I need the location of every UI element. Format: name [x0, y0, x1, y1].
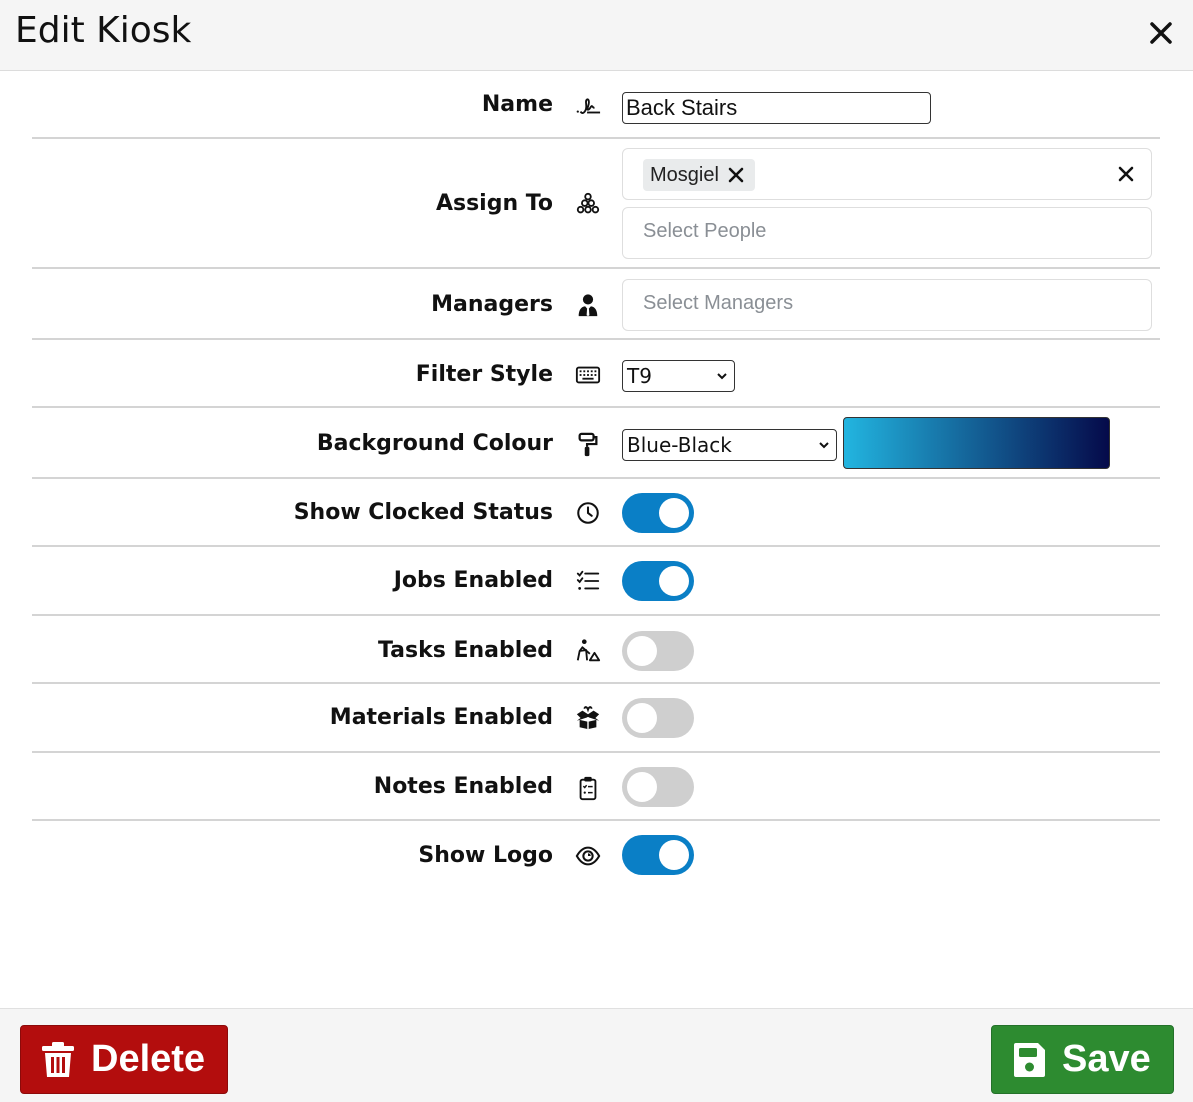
label-materials-enabled: Materials Enabled: [329, 705, 553, 730]
clear-all-icon[interactable]: [1117, 165, 1135, 183]
select-managers-placeholder: Select Managers: [643, 292, 794, 314]
chevron-down-icon: [819, 442, 829, 449]
show-clocked-status-toggle[interactable]: [622, 493, 694, 533]
assign-chip-label: Mosgiel: [650, 163, 719, 186]
person-digging-icon: [573, 636, 603, 666]
trash-icon: [42, 1041, 74, 1077]
remove-chip-icon[interactable]: [727, 166, 745, 184]
jobs-enabled-toggle[interactable]: [622, 561, 694, 601]
toggle-knob: [627, 703, 657, 733]
row-show-clocked-status: Show Clocked Status: [32, 479, 1160, 547]
keyboard-icon: [573, 360, 603, 390]
row-notes-enabled: Notes Enabled: [32, 753, 1160, 821]
close-icon: [1150, 22, 1172, 44]
show-logo-toggle[interactable]: [622, 835, 694, 875]
list-check-icon: [573, 566, 603, 596]
paint-roller-icon: [573, 430, 603, 460]
row-managers: Managers Select Managers: [32, 269, 1160, 340]
toggle-knob: [659, 840, 689, 870]
dialog-title: Edit Kiosk: [15, 10, 192, 51]
dialog-footer: Delete Save: [0, 1008, 1193, 1102]
chevron-down-icon: [717, 373, 727, 380]
label-managers: Managers: [431, 292, 553, 317]
toggle-knob: [627, 636, 657, 666]
row-materials-enabled: Materials Enabled: [32, 684, 1160, 753]
delete-button[interactable]: Delete: [20, 1025, 228, 1094]
eye-icon: [573, 841, 603, 871]
save-button[interactable]: Save: [991, 1025, 1174, 1094]
background-colour-value: Blue-Black: [627, 433, 732, 457]
label-show-clocked-status: Show Clocked Status: [293, 500, 553, 525]
background-colour-preview: [843, 417, 1110, 469]
select-people-input[interactable]: Select People: [622, 207, 1152, 259]
close-button[interactable]: [1146, 18, 1176, 48]
user-tie-icon: [573, 290, 603, 320]
row-jobs-enabled: Jobs Enabled: [32, 547, 1160, 616]
tasks-enabled-toggle[interactable]: [622, 631, 694, 671]
name-input[interactable]: [622, 92, 931, 124]
label-tasks-enabled: Tasks Enabled: [378, 638, 553, 663]
clipboard-list-icon: [573, 773, 603, 803]
row-show-logo: Show Logo: [32, 821, 1160, 889]
row-name: Name: [32, 72, 1160, 139]
row-tasks-enabled: Tasks Enabled: [32, 616, 1160, 684]
filter-style-select[interactable]: T9: [622, 360, 735, 392]
label-filter-style: Filter Style: [415, 362, 553, 387]
save-label: Save: [1062, 1038, 1151, 1080]
assign-to-selected-box[interactable]: Mosgiel: [622, 148, 1152, 200]
delete-label: Delete: [91, 1038, 206, 1080]
label-show-logo: Show Logo: [418, 843, 553, 868]
select-people-placeholder: Select People: [643, 220, 767, 242]
signature-icon: [573, 91, 603, 121]
floppy-disk-icon: [1014, 1042, 1045, 1077]
background-colour-select[interactable]: Blue-Black: [622, 429, 837, 461]
label-assign-to: Assign To: [435, 191, 553, 216]
box-open-icon: [573, 703, 603, 733]
materials-enabled-toggle[interactable]: [622, 698, 694, 738]
clock-icon: [573, 498, 603, 528]
assign-chip: Mosgiel: [643, 159, 755, 191]
label-jobs-enabled: Jobs Enabled: [393, 568, 553, 593]
row-assign-to: Assign To Mosgiel Select People: [32, 139, 1160, 269]
dialog-body: Name Assign To Mosgiel Select People Man…: [0, 72, 1193, 1008]
toggle-knob: [627, 772, 657, 802]
toggle-knob: [659, 566, 689, 596]
row-background-colour: Background Colour Blue-Black: [32, 408, 1160, 479]
row-filter-style: Filter Style T9: [32, 340, 1160, 408]
notes-enabled-toggle[interactable]: [622, 767, 694, 807]
toggle-knob: [659, 498, 689, 528]
label-background-colour: Background Colour: [316, 431, 553, 456]
label-notes-enabled: Notes Enabled: [373, 774, 553, 799]
filter-style-value: T9: [627, 364, 652, 388]
select-managers-input[interactable]: Select Managers: [622, 279, 1152, 331]
label-name: Name: [481, 92, 553, 117]
people-group-icon: [573, 190, 603, 220]
dialog-header: Edit Kiosk: [0, 0, 1193, 71]
